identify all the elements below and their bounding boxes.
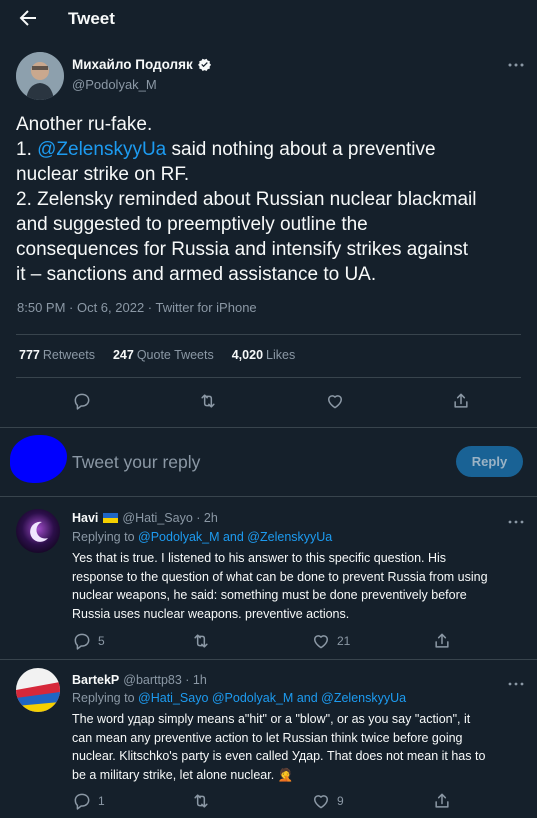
reply-header: BartekP @barttp83 · 1h: [72, 673, 207, 687]
divider: [16, 334, 521, 335]
retweets-label: Retweets: [42, 348, 95, 362]
more-icon[interactable]: [506, 514, 526, 524]
heart-icon[interactable]: [325, 391, 345, 411]
tweet-text-line: Another ru-fake.: [16, 114, 153, 135]
reply-text: The word удар simply means a"hit" or a "…: [72, 710, 527, 784]
page-title: Tweet: [68, 9, 115, 28]
verified-badge-icon: [197, 58, 211, 71]
retweets-count: 777: [19, 348, 40, 362]
reply-icon[interactable]: [72, 631, 90, 650]
top-bar: Tweet: [0, 0, 537, 38]
reply-text-line: nuclear weapons, he said: something must…: [72, 588, 467, 602]
likes-stat[interactable]: 4,020 Likes: [232, 348, 295, 362]
tweet-text-line: consequences for Russia and intensify st…: [16, 239, 469, 260]
reply-text-line: The word удар simply means a"hit" or a "…: [72, 712, 471, 726]
reply-text-line: response to the question of what can be …: [72, 569, 488, 584]
avatar[interactable]: [16, 668, 60, 712]
author-name-text: Михайло Подоляк: [72, 57, 193, 72]
divider: [0, 427, 537, 428]
likes-count: 4,020: [231, 348, 264, 362]
tweet-text-line: 2. Zelensky reminded about Russian nucle…: [16, 189, 477, 210]
reply-button[interactable]: Reply: [456, 446, 523, 477]
arrow-left-icon[interactable]: [16, 6, 40, 30]
tweet-text-fragment: said nothing about a preventive: [166, 139, 436, 160]
avatar[interactable]: [16, 509, 60, 553]
reply-text-line: be a military strike, let alone nuclear.…: [72, 767, 294, 782]
share-icon[interactable]: [432, 791, 450, 809]
retweet-icon[interactable]: [198, 391, 218, 411]
more-icon[interactable]: [506, 676, 526, 686]
tweet-timestamp[interactable]: 8:50 PM · Oct 6, 2022 · Twitter for iPho…: [17, 300, 257, 315]
retweet-icon[interactable]: [191, 791, 209, 809]
quote-tweets-count: 247: [112, 348, 134, 362]
reply-author-name[interactable]: Havi: [72, 511, 98, 525]
reply-count: 5: [98, 634, 105, 648]
mention-link[interactable]: @ZelenskyyUa: [37, 139, 166, 160]
tweet-text-fragment: 1.: [16, 139, 38, 160]
heart-icon[interactable]: [311, 791, 329, 809]
likes-label: Likes: [266, 348, 296, 362]
share-icon[interactable]: [432, 631, 450, 649]
reply-text-line: Yes that is true. I listened to his answ…: [72, 551, 447, 565]
reply-text: Yes that is true. I listened to his answ…: [72, 549, 527, 623]
like-count: 21: [337, 634, 351, 648]
reply-text-line: nuclear. Klitschko's party is even calle…: [72, 749, 486, 763]
tweet-stats: 777 Retweets 247 Quote Tweets 4,020 Likes: [19, 348, 313, 362]
divider: [0, 496, 537, 497]
divider: [16, 377, 521, 378]
ukraine-flag-icon: [103, 513, 119, 523]
reply-text-line: can mean any preventive action to let Ru…: [72, 730, 463, 745]
reply-icon[interactable]: [72, 391, 92, 411]
mention-link[interactable]: @Hati_Sayo @Podolyak_M and @ZelenskyyUa: [138, 691, 406, 705]
mention-link[interactable]: @Podolyak_M and @ZelenskyyUa: [138, 530, 332, 544]
reply-icon[interactable]: [72, 791, 90, 810]
more-icon[interactable]: [506, 58, 526, 70]
quote-tweets-label: Quote Tweets: [136, 348, 214, 362]
author-name[interactable]: Михайло Подоляк: [72, 57, 212, 72]
reply-header: Havi @Hati_Sayo · 2h: [72, 511, 218, 525]
tweet-actions: [0, 391, 537, 411]
author-handle[interactable]: @Podolyak_M: [72, 77, 157, 92]
reply-author-meta[interactable]: @Hati_Sayo · 2h: [122, 511, 217, 525]
reply-text-line: Russia uses nuclear weapons. preventive …: [72, 606, 350, 621]
tweet-text-line: nuclear strike on RF.: [16, 164, 190, 185]
replying-to: Replying to @Podolyak_M and @ZelenskyyUa: [72, 530, 332, 544]
like-count: 9: [337, 794, 344, 808]
reply-author-meta[interactable]: @barttp83 · 1h: [123, 673, 207, 687]
divider: [0, 659, 537, 660]
retweet-icon[interactable]: [191, 631, 209, 649]
reply-input[interactable]: Tweet your reply: [72, 452, 200, 473]
replying-to-label: Replying to: [72, 691, 135, 705]
share-icon[interactable]: [451, 391, 471, 411]
quote-tweets-stat[interactable]: 247 Quote Tweets: [113, 348, 214, 362]
heart-icon[interactable]: [311, 631, 329, 649]
tweet-text: Another ru-fake. 1. @ZelenskyyUa said no…: [16, 112, 521, 287]
replying-to: Replying to @Hati_Sayo @Podolyak_M and @…: [72, 691, 406, 705]
reply-author-name[interactable]: BartekP: [72, 673, 119, 687]
author-avatar[interactable]: [16, 52, 64, 100]
tweet-text-line: and suggested to preemptively outline th…: [16, 214, 368, 235]
replying-to-label: Replying to: [72, 530, 135, 544]
retweets-stat[interactable]: 777 Retweets: [19, 348, 95, 362]
reply-count: 1: [98, 794, 105, 808]
tweet-text-line: it – sanctions and armed assistance to U…: [16, 264, 377, 285]
tweet-text-line: 1. @ZelenskyyUa said nothing about a pre…: [16, 137, 521, 162]
